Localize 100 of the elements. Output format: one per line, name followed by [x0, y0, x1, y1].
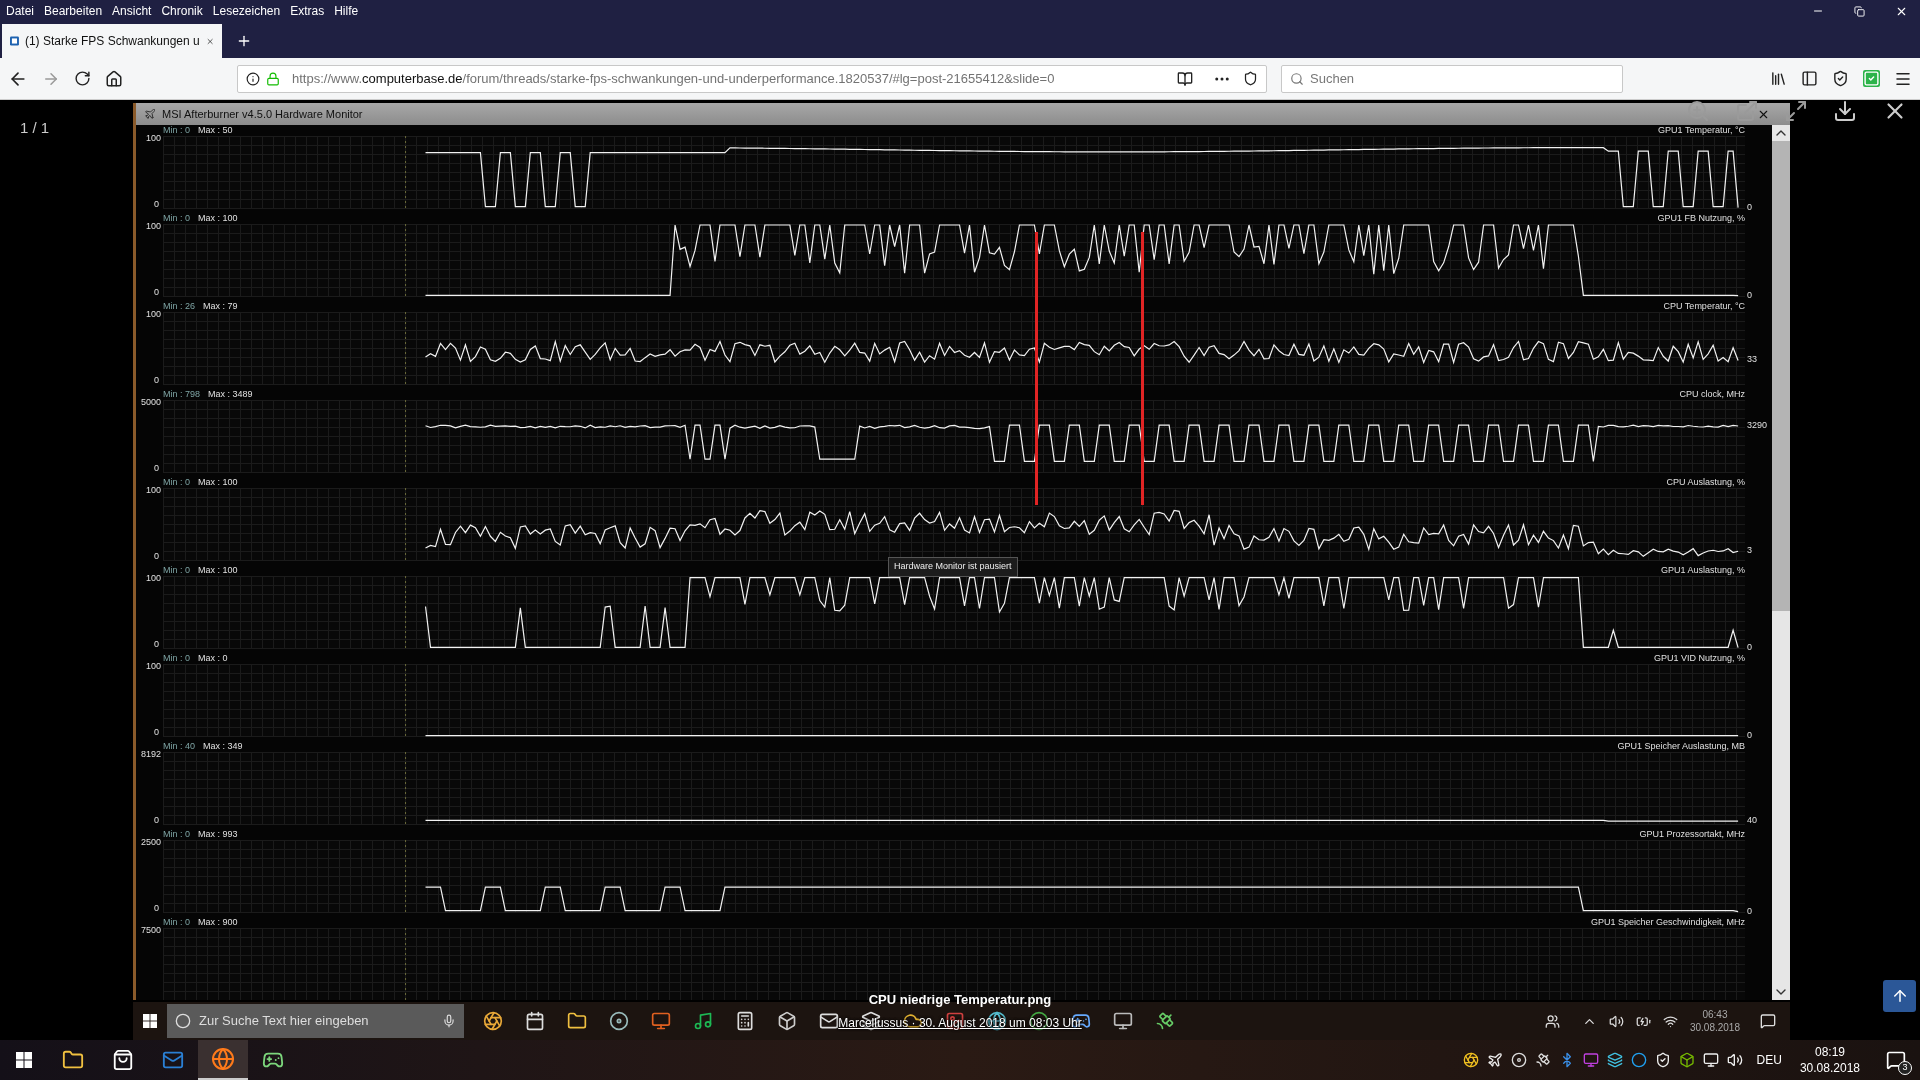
mic-icon[interactable] — [442, 1014, 456, 1028]
max-label: Max : 79 — [203, 302, 238, 311]
min-label: Min : 0 — [163, 126, 190, 135]
folder-icon[interactable] — [62, 1049, 84, 1071]
menu-item[interactable]: Extras — [290, 2, 325, 20]
check-icon[interactable] — [1863, 70, 1880, 87]
box-icon[interactable] — [1678, 1052, 1695, 1068]
notification-icon[interactable] — [1760, 1013, 1776, 1029]
box-icon[interactable] — [777, 1011, 797, 1031]
new-tab-icon[interactable] — [236, 33, 252, 49]
axis-tick: 8192 — [140, 750, 161, 759]
language-indicator[interactable]: DEU — [1756, 1051, 1782, 1069]
satellite-icon[interactable] — [1155, 1011, 1175, 1031]
zoom-in-icon[interactable] — [1686, 99, 1710, 123]
external-link-icon[interactable] — [1735, 99, 1759, 123]
aperture-icon[interactable] — [483, 1011, 503, 1031]
shopping-bag-icon[interactable] — [112, 1049, 134, 1071]
monitor-icon[interactable] — [1582, 1052, 1599, 1068]
min-label: Min : 0 — [163, 918, 190, 927]
min-label: Min : 40 — [163, 742, 195, 751]
browser-tab[interactable]: (1) Starke FPS Schwankungen u — [2, 24, 222, 58]
layers-icon[interactable] — [1606, 1052, 1623, 1068]
folder-icon[interactable] — [567, 1011, 587, 1031]
calculator-icon[interactable] — [735, 1011, 755, 1031]
dashed-divider-line — [405, 928, 406, 1000]
url-text: https://www.computerbase.de/forum/threads/starke-fps-schwankungen-und-underperformance.1820537/#lg=post-21655412&slide=0 — [292, 69, 1055, 88]
search-field[interactable]: Suchen — [1281, 64, 1623, 93]
plane-icon[interactable] — [1486, 1052, 1503, 1068]
shield-icon[interactable] — [1243, 71, 1258, 86]
tooltip: Hardware Monitor ist pausiert — [888, 557, 1018, 577]
aperture-icon[interactable] — [1462, 1052, 1479, 1068]
axis-tick: 0 — [153, 904, 159, 913]
graph-name: CPU Temperatur, °C — [1663, 302, 1745, 311]
max-label: Max : 349 — [203, 742, 243, 751]
scrollbar-thumb[interactable] — [1772, 141, 1790, 611]
clock-time: 06:43 — [1702, 1008, 1728, 1021]
min-label: Min : 0 — [163, 478, 190, 487]
mail-icon[interactable] — [819, 1011, 839, 1031]
axis-tick: 100 — [145, 310, 161, 319]
current-value: 0 — [1747, 906, 1753, 916]
clock-time[interactable]: 08:19 — [1814, 1044, 1845, 1060]
search-field[interactable]: Zur Suche Text hier eingeben — [167, 1004, 464, 1038]
axis-tick: 5000 — [140, 398, 161, 407]
image-caption: CPU niedrige Temperatur.png — [868, 991, 1052, 1009]
shield-icon[interactable] — [1654, 1052, 1671, 1068]
reload-icon[interactable] — [74, 70, 91, 87]
menu-item[interactable]: Datei — [6, 2, 34, 20]
sidebar-icon[interactable] — [1801, 70, 1818, 87]
clock-date: 30.08.2018 — [1689, 1021, 1740, 1034]
scroll-top-button[interactable] — [1883, 980, 1916, 1012]
max-label: Max : 50 — [198, 126, 233, 135]
restore-icon[interactable] — [1854, 5, 1865, 17]
menu-item[interactable]: Bearbeiten — [44, 2, 103, 20]
music-icon[interactable] — [693, 1011, 713, 1031]
monitor-icon[interactable] — [651, 1011, 671, 1031]
axis-tick: 100 — [145, 222, 161, 231]
people-icon[interactable] — [1544, 1013, 1560, 1029]
globe-icon — [211, 1047, 235, 1071]
cortana-icon — [175, 1013, 191, 1029]
current-value: 3 — [1747, 546, 1753, 556]
axis-tick: 2500 — [140, 838, 161, 847]
menu-item[interactable]: Ansicht — [112, 2, 152, 20]
library-icon[interactable] — [1770, 70, 1787, 87]
menu-item[interactable]: Chronik — [161, 2, 203, 20]
monitor-icon[interactable] — [1113, 1011, 1133, 1031]
info-icon — [246, 71, 260, 86]
disc-icon[interactable] — [609, 1011, 629, 1031]
reader-icon[interactable] — [1177, 70, 1193, 87]
clock-date[interactable]: 30.08.2018 — [1799, 1060, 1860, 1076]
download-icon[interactable] — [1833, 99, 1857, 123]
circle-icon[interactable] — [1630, 1052, 1647, 1068]
expand-icon[interactable] — [1784, 99, 1808, 123]
max-label: Max : 100 — [198, 214, 238, 223]
wifi-icon[interactable] — [1662, 1013, 1678, 1029]
address-bar[interactable]: https://www.computerbase.de/forum/threads/starke-fps-schwankungen-und-underperformance.1820537/#lg=post-21655412&slide=0 — [237, 64, 1267, 93]
satellite-icon[interactable] — [1534, 1052, 1551, 1068]
axis-tick: 100 — [145, 574, 161, 583]
shield-icon[interactable] — [1832, 70, 1849, 87]
calendar-icon[interactable] — [525, 1011, 545, 1031]
graph-name: GPU1 Temperatur, °C — [1658, 126, 1745, 135]
axis-tick: 0 — [153, 728, 159, 737]
app-icon — [144, 108, 156, 120]
disc-icon[interactable] — [1510, 1052, 1527, 1068]
max-label: Max : 900 — [198, 918, 238, 927]
windows-logo-icon[interactable] — [16, 1052, 32, 1068]
current-value: 0 — [1747, 290, 1753, 300]
home-icon[interactable] — [105, 69, 123, 88]
volume-icon[interactable] — [1608, 1013, 1624, 1029]
windows-logo-icon[interactable] — [143, 1014, 157, 1028]
volume-icon[interactable] — [1726, 1052, 1743, 1068]
current-value: 0 — [1747, 202, 1753, 212]
menu-item[interactable]: Lesezeichen — [212, 2, 281, 20]
axis-tick: 7500 — [140, 926, 161, 935]
min-label: Min : 798 — [163, 390, 201, 399]
menu-item[interactable]: Hilfe — [334, 2, 359, 20]
min-label: Min : 0 — [163, 830, 190, 839]
tab-title: (1) Starke FPS Schwankungen u — [24, 33, 200, 50]
search-icon — [1290, 71, 1304, 86]
favicon-icon — [10, 34, 19, 48]
active-taskbar-button[interactable] — [198, 1040, 248, 1080]
